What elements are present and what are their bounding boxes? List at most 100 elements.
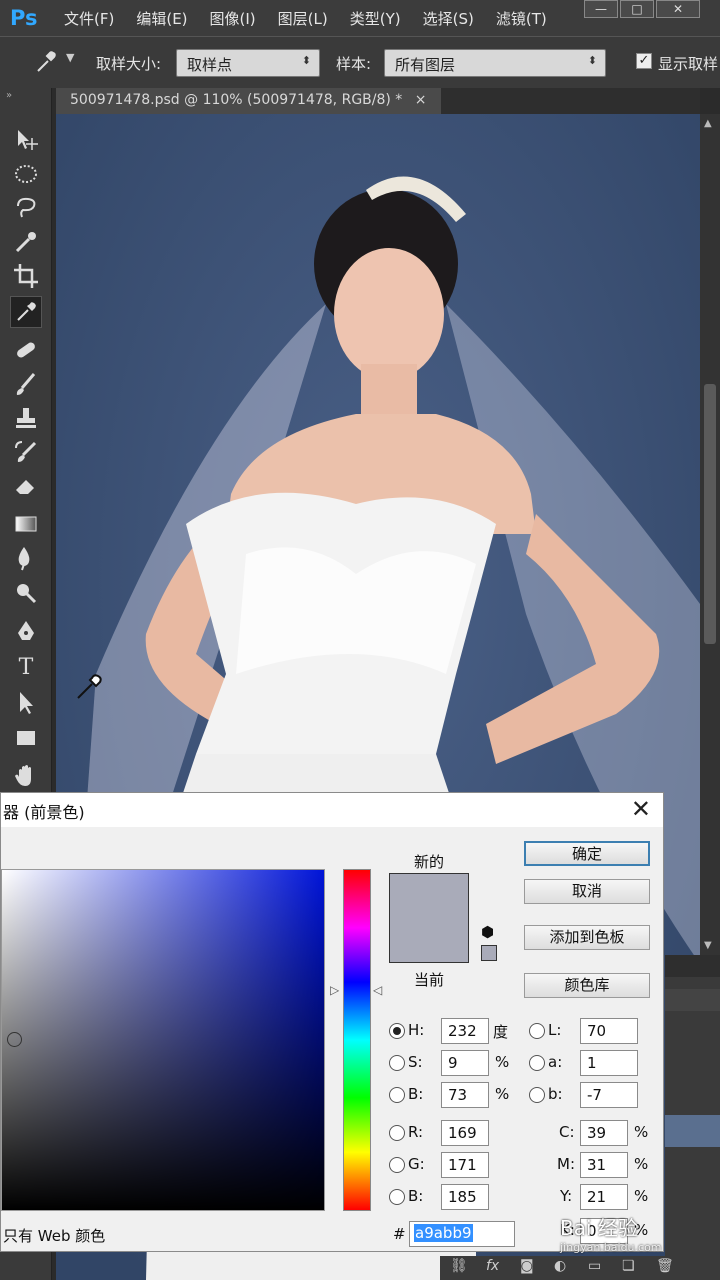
web-colors-only-label[interactable]: 只有 Web 颜色 [3,1225,105,1246]
color-libraries-button[interactable]: 颜色库 [524,973,650,998]
hue-slider-right-arrow-icon[interactable]: ◁ [373,983,382,997]
close-window-button[interactable]: ✕ [656,0,700,18]
dodge-icon[interactable] [10,578,42,610]
red-radio[interactable] [389,1125,405,1141]
document-tab[interactable]: 500971478.psd @ 110% (500971478, RGB/8) … [56,88,441,114]
green-input[interactable]: 171 [441,1152,489,1178]
menu-filter[interactable]: 滤镜(T) [496,8,547,29]
lightness-radio[interactable] [529,1023,545,1039]
blue-input[interactable]: 185 [441,1184,489,1210]
menu-edit[interactable]: 编辑(E) [136,8,187,29]
saturation-input[interactable]: 9 [441,1050,489,1076]
mask-icon[interactable]: ◙ [520,1258,534,1274]
magenta-unit: % [634,1155,649,1173]
ok-button[interactable]: 确定 [524,841,650,866]
color-selection-circle[interactable] [7,1032,22,1047]
a-channel-input[interactable]: 1 [580,1050,638,1076]
type-tool-icon[interactable]: T [10,652,42,684]
color-preview [389,873,469,963]
sample-select[interactable]: 所有图层 ⬍ [384,49,606,77]
minimize-button[interactable]: — [584,0,618,18]
lightness-input[interactable]: 70 [580,1018,638,1044]
b-channel-radio[interactable] [529,1087,545,1103]
history-brush-icon[interactable] [10,436,42,468]
saturation-radio[interactable] [389,1055,405,1071]
show-ring-checkbox[interactable]: ✓ [636,53,652,69]
move-tool-icon[interactable] [10,124,42,156]
yellow-input[interactable]: 21 [580,1184,628,1210]
green-radio[interactable] [389,1157,405,1173]
layers-panel-strip [665,955,720,1280]
web-safe-swatch[interactable] [481,945,497,961]
hue-radio[interactable] [389,1023,405,1039]
hue-input[interactable]: 232 [441,1018,489,1044]
menu-type[interactable]: 类型(Y) [350,8,401,29]
new-layer-icon[interactable]: ❏ [622,1258,635,1274]
scroll-down-icon[interactable]: ▼ [704,940,712,951]
baidu-watermark: Bai 经验 jingyan.baidu.com [560,1212,662,1254]
add-to-swatches-button[interactable]: 添加到色板 [524,925,650,950]
ellipse-marquee-icon[interactable] [10,158,42,190]
rectangle-tool-icon[interactable] [10,722,42,754]
cyan-input[interactable]: 39 [580,1120,628,1146]
new-color-label: 新的 [413,853,444,871]
selected-layer-row[interactable] [665,1115,720,1147]
hue-slider-left-arrow-icon[interactable]: ▷ [330,983,339,997]
hue-slider[interactable] [343,869,371,1211]
lightness-label: L: [548,1021,562,1039]
clone-stamp-icon[interactable] [10,402,42,434]
path-select-icon[interactable] [10,686,42,718]
chevron-down-icon[interactable]: ▼ [66,51,74,64]
hue-label: H: [408,1021,425,1039]
close-tab-icon[interactable]: × [415,92,427,108]
link-icon[interactable]: ⛓ [450,1258,468,1274]
quick-select-icon[interactable] [10,226,42,258]
cyan-label: C: [559,1123,575,1141]
hand-tool-icon[interactable] [10,760,42,792]
menu-image[interactable]: 图像(I) [210,8,256,29]
close-icon[interactable]: ✕ [631,795,651,823]
updown-icon: ⬍ [587,54,597,67]
b-channel-label: b: [548,1085,563,1103]
blur-icon[interactable] [10,542,42,574]
menu-file[interactable]: 文件(F) [64,8,114,29]
green-label: G: [408,1155,425,1173]
menu-select[interactable]: 选择(S) [423,8,474,29]
pen-icon[interactable] [10,616,42,648]
lasso-icon[interactable] [10,192,42,224]
sample-value: 所有图层 [395,56,456,74]
trash-icon[interactable]: 🗑 [656,1258,674,1274]
folder-icon[interactable]: ▭ [588,1258,601,1274]
out-of-gamut-cube-icon[interactable]: ⬢ [481,923,494,941]
dialog-title: 器 (前景色) [3,803,85,822]
saturation-unit: % [495,1053,510,1071]
scroll-thumb[interactable] [704,384,716,644]
crop-icon[interactable] [10,260,42,292]
magenta-input[interactable]: 31 [580,1152,628,1178]
maximize-button[interactable]: □ [620,0,654,18]
eraser-icon[interactable] [10,470,42,502]
panel-row[interactable] [665,989,720,1011]
brightness-label: B: [408,1085,424,1103]
a-channel-radio[interactable] [529,1055,545,1071]
eyedropper-tool-icon[interactable] [10,296,42,328]
adjust-icon[interactable]: ◐ [554,1258,566,1274]
brush-icon[interactable] [10,368,42,400]
menu-layer[interactable]: 图层(L) [278,8,328,29]
blue-radio[interactable] [389,1189,405,1205]
gradient-icon[interactable] [10,508,42,540]
b-channel-input[interactable]: -7 [580,1082,638,1108]
cancel-button[interactable]: 取消 [524,879,650,904]
collapse-icon[interactable]: » [6,90,12,101]
fx-icon[interactable]: fx [486,1258,499,1274]
brightness-radio[interactable] [389,1087,405,1103]
eyedropper-preset-icon[interactable] [30,47,60,77]
brightness-input[interactable]: 73 [441,1082,489,1108]
healing-brush-icon[interactable] [10,334,42,366]
hex-input[interactable]: a9abb9 [409,1221,515,1247]
document-title: 500971478.psd @ 110% (500971478, RGB/8) … [70,92,403,108]
sample-size-select[interactable]: 取样点 ⬍ [176,49,320,77]
red-input[interactable]: 169 [441,1120,489,1146]
scroll-up-icon[interactable]: ▲ [704,118,712,129]
color-field[interactable] [1,869,325,1211]
